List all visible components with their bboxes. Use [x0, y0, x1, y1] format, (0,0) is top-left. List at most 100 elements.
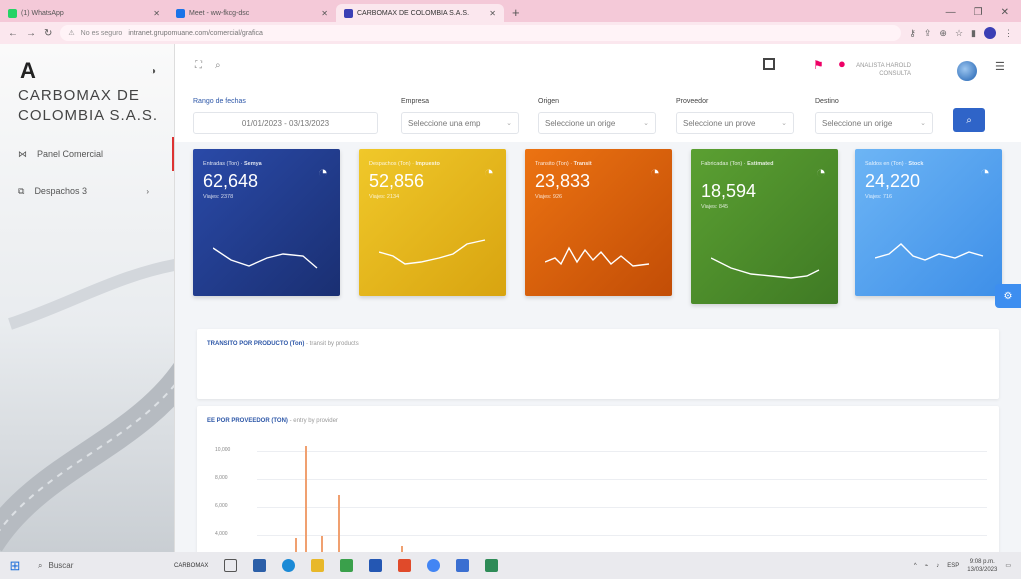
- tab-label: CARBOMAX DE COLOMBIA S.A.S.: [357, 9, 470, 17]
- avatar[interactable]: [957, 61, 977, 81]
- settings-float-button[interactable]: ⚙: [995, 284, 1021, 308]
- key-icon[interactable]: ⚷: [909, 28, 916, 39]
- date-range-label: Rango de fechas: [193, 98, 246, 105]
- kpi-card-despachos[interactable]: Despachos (Ton) · Impuesto 52,856 Viajes…: [359, 149, 506, 296]
- language-indicator[interactable]: ESP: [947, 563, 959, 569]
- url-field[interactable]: ⚠ No es seguro intranet.grupomuane.com/c…: [60, 25, 902, 41]
- y-tick-label: 4,000: [215, 531, 228, 537]
- user-name: ANALISTA HAROLD: [856, 63, 911, 69]
- forward-icon[interactable]: →: [26, 28, 36, 39]
- gridline: [257, 479, 987, 480]
- app-icon[interactable]: [398, 559, 412, 572]
- notification-icon[interactable]: ⚑: [813, 58, 824, 72]
- sparkline: [711, 257, 820, 279]
- sidebar-toggle-icon[interactable]: ◑: [150, 66, 156, 77]
- close-window-icon[interactable]: ✕: [1001, 7, 1009, 18]
- not-secure-icon[interactable]: ⚠: [68, 29, 74, 37]
- new-tab-button[interactable]: +: [504, 5, 528, 22]
- chrome-icon[interactable]: [427, 559, 441, 572]
- chevron-up-icon[interactable]: ^: [914, 563, 917, 569]
- chart-bar[interactable]: [295, 538, 297, 552]
- chart-bar[interactable]: [321, 536, 323, 552]
- date-range-input[interactable]: 01/01/2023 - 03/13/2023: [193, 112, 378, 134]
- browser-tab-bar: (1) WhatsApp ✕ Meet - ww-fkcg-dsc ✕ CARB…: [0, 0, 1021, 22]
- kpi-card-fabricadas[interactable]: Fabricadas (Ton) · Estimated 18,594 Viaj…: [691, 149, 838, 304]
- meet-icon: [176, 8, 185, 18]
- user-info[interactable]: ANALISTA HAROLD CONSULTA: [853, 62, 911, 78]
- clock[interactable]: 9:08 p.m. 13/03/2023: [967, 558, 997, 574]
- browser-tab-whatsapp[interactable]: (1) WhatsApp ✕: [0, 4, 168, 22]
- sidepanel-icon[interactable]: ▮: [971, 28, 976, 39]
- task-view-icon[interactable]: [224, 559, 238, 572]
- file-explorer-icon[interactable]: [311, 559, 325, 572]
- search-button[interactable]: ⌕: [953, 108, 985, 132]
- panel-title: EE POR PROVEEDOR (TON) - entry by provid…: [207, 418, 338, 424]
- location-pin-icon[interactable]: ●: [838, 56, 846, 71]
- kpi-card-entradas[interactable]: Entradas (Ton) · Semya 62,648 Viajes: 23…: [193, 149, 340, 296]
- edge-icon[interactable]: [282, 559, 296, 572]
- fullscreen-icon[interactable]: ⛶: [195, 60, 202, 71]
- gridline: [257, 451, 987, 452]
- clock-time: 9:08 p.m.: [969, 558, 995, 565]
- chart-icon: ⋈: [18, 148, 27, 159]
- browser-tab-meet[interactable]: Meet - ww-fkcg-dsc ✕: [168, 4, 336, 22]
- sidebar-item-despachos[interactable]: ⧉ Despachos 3 ›: [0, 174, 174, 208]
- close-icon[interactable]: ✕: [321, 9, 328, 18]
- kpi-card-transito[interactable]: Transito (Ton) · Transit 23,833 Viajes: …: [525, 149, 672, 296]
- proveedor-select[interactable]: Seleccione un prove ⌄: [676, 112, 794, 134]
- carbomax-app-icon[interactable]: CARBOMAX: [174, 563, 208, 569]
- card-value: 52,856: [369, 171, 425, 191]
- search-icon[interactable]: ⌕: [215, 60, 221, 71]
- windows-start-icon[interactable]: ⊞: [0, 558, 30, 574]
- pie-chart-icon: ◔: [483, 163, 494, 182]
- browser-menu-icon[interactable]: ⋮: [1004, 28, 1013, 39]
- empresa-select[interactable]: Seleccione una emp ⌄: [401, 112, 519, 134]
- app-icon[interactable]: [456, 559, 470, 572]
- app-icon[interactable]: [369, 559, 383, 572]
- zoom-icon[interactable]: ⊕: [939, 28, 947, 39]
- share-icon[interactable]: ⇪: [924, 28, 932, 39]
- chevron-down-icon: ⌄: [920, 120, 926, 127]
- pie-chart-icon: ◔: [979, 163, 990, 182]
- sidebar-item-label: Panel Comercial: [37, 149, 104, 159]
- sidebar-background-illustration: [0, 259, 174, 552]
- app-icon[interactable]: [340, 559, 354, 572]
- card-subtitle: Viajes: 845: [701, 204, 729, 210]
- close-icon[interactable]: ✕: [153, 9, 160, 18]
- card-title: Saldos en (Ton) · Stock: [865, 161, 924, 167]
- maximize-icon[interactable]: ❐: [974, 7, 983, 18]
- card-subtitle: Viajes: 2134: [369, 194, 400, 200]
- app-icon[interactable]: [253, 559, 267, 572]
- transit-by-product-panel: TRANSITO POR PRODUCTO (Ton) - transit by…: [197, 329, 999, 399]
- back-icon[interactable]: ←: [8, 28, 18, 39]
- menu-icon[interactable]: ☰: [995, 60, 1005, 73]
- destino-select[interactable]: Seleccione un orige ⌄: [815, 112, 933, 134]
- chart-bar[interactable]: [305, 446, 307, 552]
- address-bar: ← → ↻ ⚠ No es seguro intranet.grupomuane…: [0, 22, 1021, 44]
- panel-title: TRANSITO POR PRODUCTO (Ton) - transit by…: [207, 341, 359, 347]
- app-icon[interactable]: [485, 559, 499, 572]
- notification-center-icon[interactable]: ▭: [1005, 562, 1011, 569]
- browser-tab-carbomax[interactable]: CARBOMAX DE COLOMBIA S.A.S. ✕: [336, 4, 504, 22]
- gridline: [257, 507, 987, 508]
- minimize-icon[interactable]: —: [946, 7, 956, 18]
- kpi-card-saldos[interactable]: Saldos en (Ton) · Stock 24,220 Viajes: 7…: [855, 149, 1002, 296]
- qr-code-icon[interactable]: [763, 58, 775, 70]
- company-name: CARBOMAX DE COLOMBIA S.A.S.: [18, 87, 159, 124]
- reload-icon[interactable]: ↻: [44, 28, 52, 39]
- taskbar-search[interactable]: ⌕ Buscar: [30, 552, 160, 579]
- network-icon[interactable]: ⌁: [925, 562, 929, 569]
- chart-bar[interactable]: [338, 495, 340, 552]
- filters-bar: Rango de fechas 01/01/2023 - 03/13/2023 …: [175, 84, 1021, 142]
- search-icon: ⌕: [966, 114, 972, 126]
- profile-icon[interactable]: [984, 27, 996, 39]
- date-range-value: 01/01/2023 - 03/13/2023: [241, 118, 330, 128]
- close-icon[interactable]: ✕: [489, 9, 496, 18]
- sidebar-item-panel-comercial[interactable]: ⋈ Panel Comercial: [0, 137, 174, 171]
- card-title: Fabricadas (Ton) · Estimated: [701, 161, 774, 167]
- star-icon[interactable]: ☆: [955, 28, 963, 39]
- destino-placeholder: Seleccione un orige: [822, 118, 893, 128]
- volume-icon[interactable]: ♪: [936, 563, 939, 569]
- origen-select[interactable]: Seleccione un orige ⌄: [538, 112, 656, 134]
- chevron-down-icon: ⌄: [506, 120, 512, 127]
